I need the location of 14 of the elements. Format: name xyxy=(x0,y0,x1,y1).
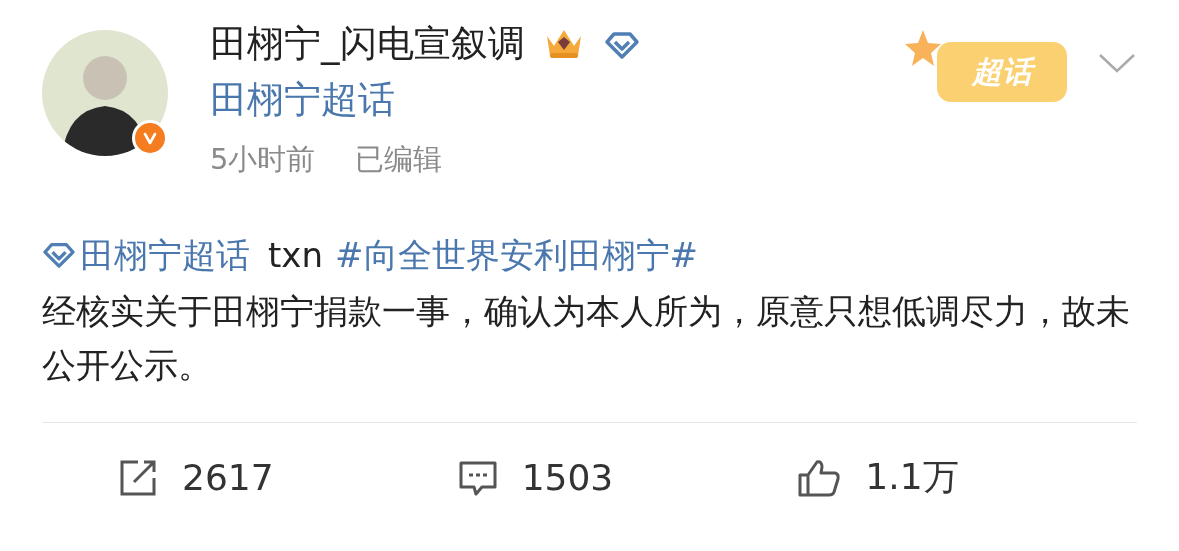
thumbs-up-icon[interactable] xyxy=(797,457,842,498)
hashtag-link[interactable]: #向全世界安利田栩宁# xyxy=(335,232,698,278)
diamond-icon xyxy=(42,241,76,269)
post-text: txn xyxy=(268,234,323,277)
user-name[interactable]: 田栩宁_闪电宣叙调 xyxy=(210,22,525,65)
supertopic-tag[interactable]: 田栩宁超话 xyxy=(42,232,250,278)
post-time: 5小时前 xyxy=(210,141,316,178)
action-count: 2617 xyxy=(182,457,274,498)
edited-label: 已编辑 xyxy=(355,141,443,178)
supertopic-link[interactable]: 田栩宁超话 xyxy=(210,78,395,121)
action-count: 1.1万 xyxy=(865,455,959,499)
diamond-icon xyxy=(604,30,641,60)
action-count: 1503 xyxy=(521,457,614,498)
post-body: 经核实关于田栩宁捐款一事，确认为本人所为，原意只想低调尽力，故未公开公示。 xyxy=(42,290,1131,387)
